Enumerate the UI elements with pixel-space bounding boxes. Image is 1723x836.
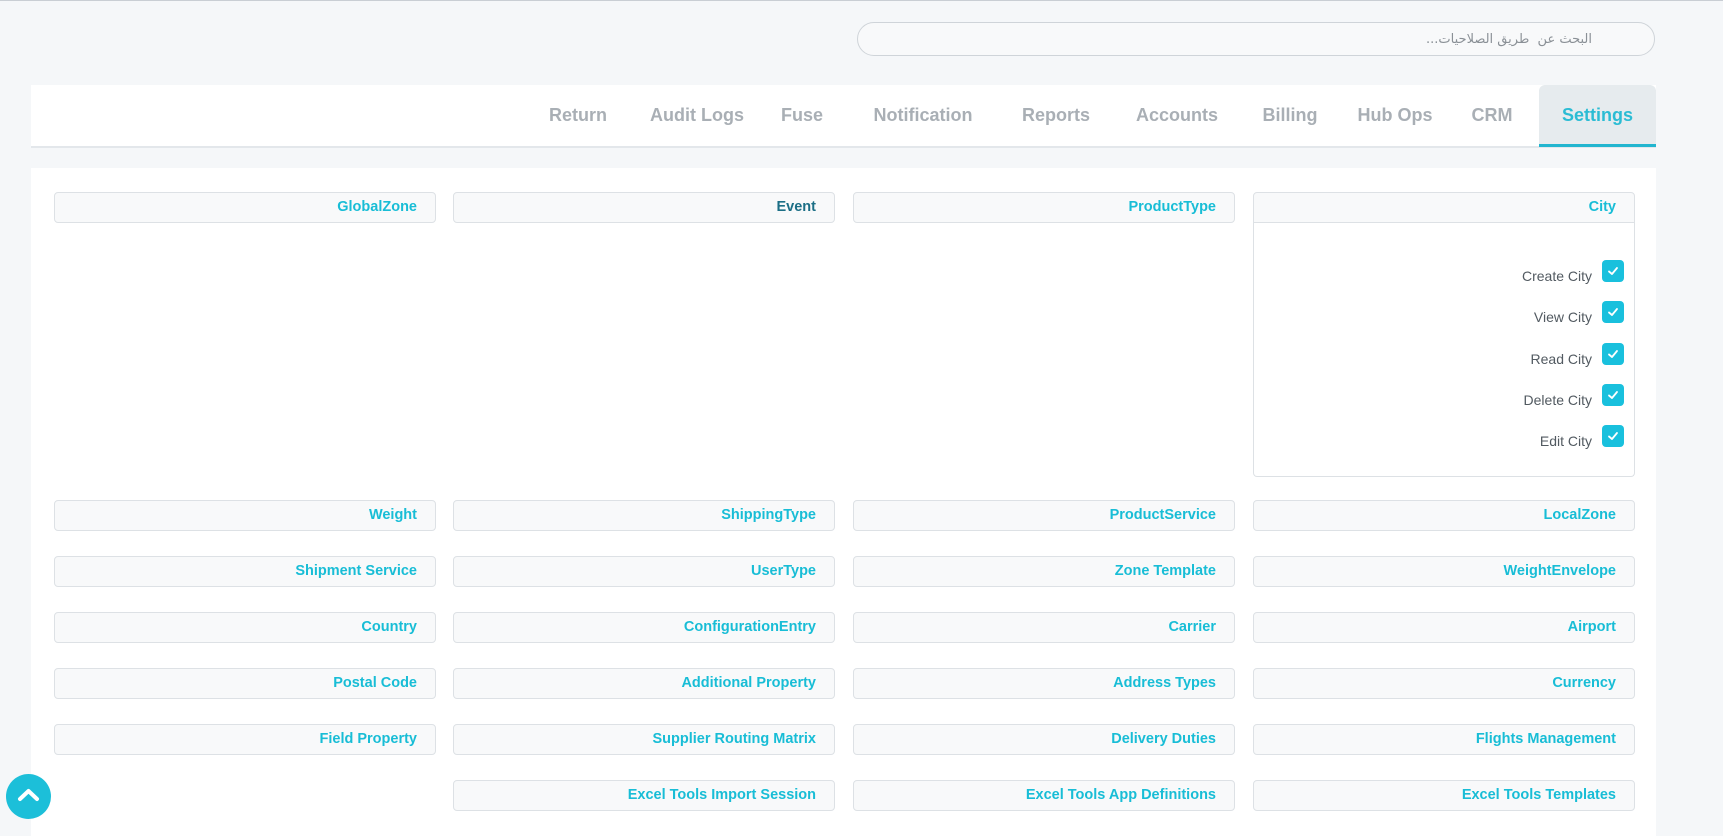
group-carrier[interactable]: Carrier [853,612,1235,643]
permission-checkbox[interactable] [1602,260,1624,282]
group-title: WeightEnvelope [1503,563,1616,579]
group-weight[interactable]: Weight [54,500,436,531]
tab-settings[interactable]: Settings [1539,85,1656,147]
tab-fuse[interactable]: Fuse [772,85,832,146]
group-supplier-routing-matrix[interactable]: Supplier Routing Matrix [453,724,835,755]
group-usertype[interactable]: UserType [453,556,835,587]
check-icon [1608,308,1618,316]
group-address-types[interactable]: Address Types [853,668,1235,699]
group-title: Carrier [1168,619,1216,635]
check-icon [1608,391,1618,399]
group-title: Shipment Service [295,563,417,579]
check-icon [1608,432,1618,440]
group-weightenvelope[interactable]: WeightEnvelope [1253,556,1635,587]
group-productservice[interactable]: ProductService [853,500,1235,531]
group-title: Country [361,619,417,635]
group-title: ProductType [1128,199,1216,215]
group-title: Delivery Duties [1111,731,1216,747]
group-shippingtype[interactable]: ShippingType [453,500,835,531]
group-title: Excel Tools Templates [1461,787,1616,803]
tab-crm[interactable]: CRM [1461,85,1523,146]
module-tabs: Settings CRM Hub Ops Billing Accounts Re… [31,85,1656,148]
group-title: ProductService [1109,507,1216,523]
chevron-up-icon [18,789,39,801]
group-country[interactable]: Country [54,612,436,643]
group-shipment-service[interactable]: Shipment Service [54,556,436,587]
group-city[interactable]: City [1253,192,1635,223]
tab-billing[interactable]: Billing [1250,85,1330,146]
permission-checkbox[interactable] [1602,425,1624,447]
group-title: LocalZone [1543,507,1616,523]
tab-reports[interactable]: Reports [1007,85,1105,146]
group-title: ConfigurationEntry [683,619,816,635]
group-title: Airport [1567,619,1616,635]
permission-label: Create City [1521,268,1592,284]
check-icon [1608,350,1618,358]
group-title: Excel Tools Import Session [627,787,816,803]
group-title: Weight [368,507,417,523]
tab-notification[interactable]: Notification [853,85,993,146]
group-configurationentry[interactable]: ConfigurationEntry [453,612,835,643]
permission-label: Delete City [1523,392,1592,408]
group-airport[interactable]: Airport [1253,612,1635,643]
group-title: ShippingType [721,507,816,523]
tab-hub-ops[interactable]: Hub Ops [1345,85,1445,146]
group-title: Supplier Routing Matrix [652,731,816,747]
city-permissions: Create City View City Read City Delete C… [1253,223,1635,477]
group-localzone[interactable]: LocalZone [1253,500,1635,531]
tab-accounts[interactable]: Accounts [1120,85,1234,146]
search-input[interactable] [858,23,1654,55]
permission-checkbox[interactable] [1602,343,1624,365]
group-excel-tools-import-session[interactable]: Excel Tools Import Session [453,780,835,811]
group-title: Zone Template [1114,563,1216,579]
permission-checkbox[interactable] [1602,384,1624,406]
tab-audit-logs[interactable]: Audit Logs [638,85,756,146]
group-title: Address Types [1113,675,1216,691]
tab-return[interactable]: Return [532,85,624,146]
group-title: Field Property [319,731,418,747]
group-additional-property[interactable]: Additional Property [453,668,835,699]
check-icon [1608,267,1618,275]
permission-label: Read City [1530,351,1592,367]
group-event[interactable]: Event [453,192,835,223]
group-field-property[interactable]: Field Property [54,724,436,755]
group-flights-management[interactable]: Flights Management [1253,724,1635,755]
group-title: Currency [1552,675,1616,691]
group-title: Postal Code [333,675,417,691]
group-zone-template[interactable]: Zone Template [853,556,1235,587]
group-excel-tools-templates[interactable]: Excel Tools Templates [1253,780,1635,811]
scroll-to-top-button[interactable] [6,774,51,819]
group-title: Excel Tools App Definitions [1025,787,1216,803]
group-title: City [1588,199,1616,215]
group-currency[interactable]: Currency [1253,668,1635,699]
permission-checkbox[interactable] [1602,301,1624,323]
top-divider [0,0,1723,1]
permission-search[interactable] [857,22,1655,56]
group-globalzone[interactable]: GlobalZone [54,192,436,223]
group-title: Flights Management [1475,731,1616,747]
group-delivery-duties[interactable]: Delivery Duties [853,724,1235,755]
group-title: Event [776,199,817,215]
group-excel-tools-app-definitions[interactable]: Excel Tools App Definitions [853,780,1235,811]
permission-label: View City [1533,309,1592,325]
group-producttype[interactable]: ProductType [853,192,1235,223]
group-title: Additional Property [681,675,816,691]
group-title: GlobalZone [337,199,417,215]
group-postal-code[interactable]: Postal Code [54,668,436,699]
permission-label: Edit City [1539,433,1592,449]
group-title: UserType [750,563,816,579]
